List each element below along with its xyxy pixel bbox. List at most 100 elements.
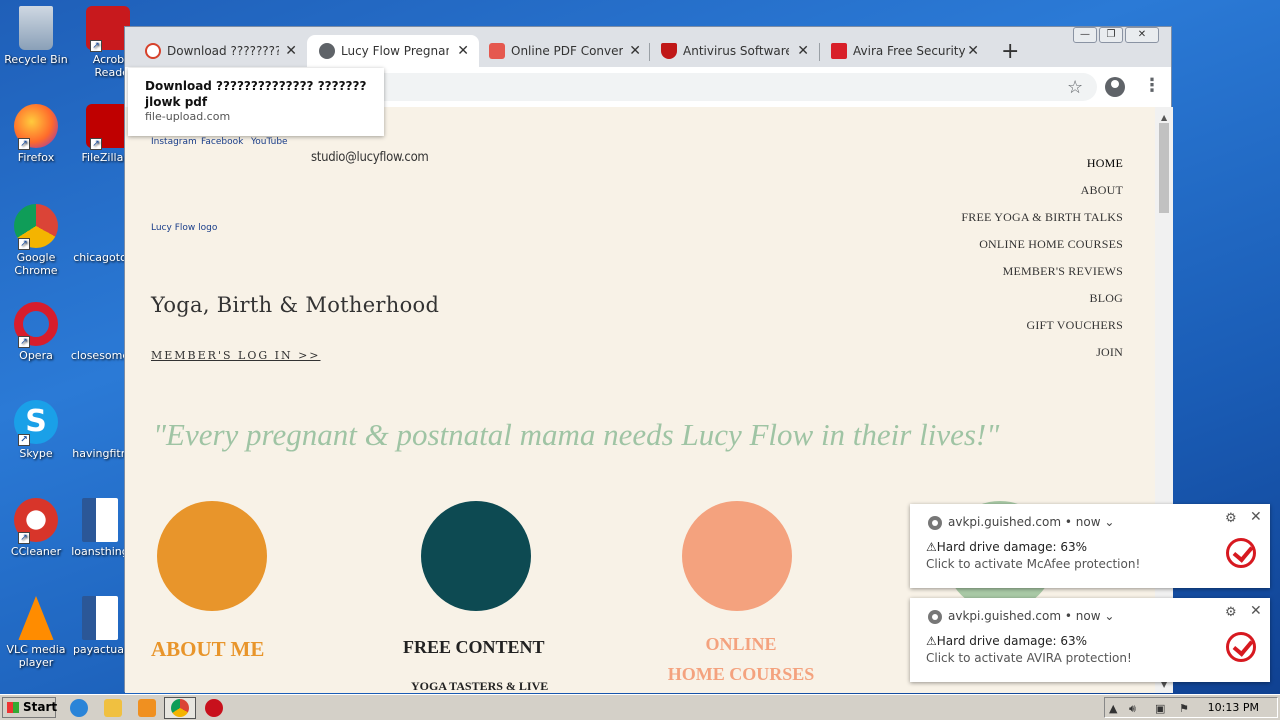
globe-icon (319, 43, 335, 59)
desktop-icon-vlc[interactable]: VLC media player (0, 596, 72, 669)
tab-pdf-converter[interactable]: Online PDF Converter ✕ (489, 35, 641, 67)
close-icon[interactable]: ✕ (1250, 509, 1262, 525)
word-document-icon (82, 596, 118, 640)
bookmark-star-icon[interactable]: ☆ (1067, 77, 1083, 98)
pdf-icon (145, 43, 161, 59)
close-icon[interactable]: ✕ (1250, 603, 1262, 619)
notification-title: ⚠Hard drive damage: 63% (926, 540, 1088, 554)
notification-time: • now ⌄ (1064, 515, 1115, 529)
chrome-icon (928, 516, 942, 530)
online-courses-title-line1: ONLINE (705, 634, 777, 654)
tab-separator (649, 43, 650, 61)
menu-kebab-icon[interactable]: ⋮ (1143, 75, 1161, 96)
nav-about[interactable]: ABOUT (961, 182, 1123, 209)
nav-gift-vouchers[interactable]: GIFT VOUCHERS (961, 317, 1123, 344)
notification-avira[interactable]: avkpi.guished.com • now ⌄ ⚙ ✕ ⚠Hard driv… (910, 598, 1270, 682)
profile-avatar-icon[interactable] (1105, 77, 1125, 97)
volume-icon[interactable]: 🔊︎ (1129, 702, 1136, 716)
window-controls: — ❐ ✕ (1073, 27, 1159, 43)
about-circle[interactable] (157, 501, 267, 611)
nav-online-courses[interactable]: ONLINE HOME COURSES (961, 236, 1123, 263)
internet-explorer-icon[interactable] (70, 699, 88, 717)
restore-button[interactable]: ❐ (1099, 27, 1123, 43)
close-tab-icon[interactable]: ✕ (285, 43, 297, 59)
desktop-icon-skype[interactable]: S ↗ Skype (0, 400, 72, 460)
clock[interactable]: 10:13 PM (1208, 701, 1259, 714)
desktop-icon-chrome[interactable]: ↗ Google Chrome (0, 204, 72, 277)
instagram-link[interactable]: Instagram (151, 137, 201, 147)
tab-download[interactable]: Download ??????????????? ✕ (145, 35, 297, 67)
start-button[interactable]: Start (2, 697, 57, 718)
desktop-icon-opera[interactable]: ↗ Opera (0, 302, 72, 362)
desktop-icon-recycle-bin[interactable]: Recycle Bin (0, 6, 72, 66)
avira-icon (831, 43, 847, 59)
nav-free-yoga[interactable]: FREE YOGA & BIRTH TALKS (961, 209, 1123, 236)
notification-source: avkpi.guished.com (948, 515, 1062, 529)
tab-antivirus[interactable]: Antivirus Software and ✕ (661, 35, 809, 67)
facebook-link[interactable]: Facebook (201, 137, 251, 147)
tab-avira[interactable]: Avira Free Security ✕ (831, 35, 979, 67)
gear-icon[interactable]: ⚙ (1225, 511, 1237, 526)
member-login-link[interactable]: MEMBER'S LOG IN >> (151, 349, 321, 362)
desktop-icon-label: Google Chrome (14, 251, 58, 277)
scroll-thumb[interactable] (1159, 123, 1169, 213)
close-tab-icon[interactable]: ✕ (797, 43, 809, 59)
desktop-icon-label: Opera (19, 349, 53, 362)
free-content-circle[interactable] (421, 501, 531, 611)
free-content-title[interactable]: FREE CONTENT (403, 637, 545, 658)
chrome-icon (928, 610, 942, 624)
tooltip-title: Download ?????????????? ??????? jlowk pd… (145, 79, 367, 109)
minimize-button[interactable]: — (1073, 27, 1097, 43)
desktop-icon-label: CCleaner (10, 545, 62, 558)
about-me-title[interactable]: ABOUT ME (151, 637, 264, 662)
desktop-icon-label: Recycle Bin (4, 53, 68, 66)
explorer-folder-icon[interactable] (104, 699, 122, 717)
free-content-subtitle: YOGA TASTERS & LIVE (411, 679, 549, 693)
nav-home[interactable]: HOME (961, 155, 1123, 182)
desktop-icon-firefox[interactable]: ↗ Firefox (0, 104, 72, 164)
notification-body: Click to activate McAfee protection! (926, 557, 1141, 571)
checkmark-badge-icon (1226, 632, 1256, 662)
taskbar: Start ▲ 🔊︎ ▣ ⚑ 10:13 PM (0, 694, 1280, 720)
media-player-icon[interactable] (138, 699, 156, 717)
blank-file-icon (78, 302, 122, 346)
firefox-icon: ↗ (14, 104, 58, 150)
close-tab-icon[interactable]: ✕ (629, 43, 641, 59)
notification-source: avkpi.guished.com (948, 609, 1062, 623)
desktop-icon-label: VLC media player (6, 643, 66, 669)
notification-header: avkpi.guished.com • now ⌄ (948, 515, 1114, 529)
scroll-up-arrow-icon[interactable]: ▲ (1161, 113, 1167, 122)
close-window-button[interactable]: ✕ (1125, 27, 1159, 43)
tray-arrow-icon[interactable]: ▲ (1109, 702, 1117, 715)
network-icon[interactable]: ▣ (1155, 702, 1165, 715)
notification-header: avkpi.guished.com • now ⌄ (948, 609, 1114, 623)
close-tab-icon[interactable]: ✕ (967, 43, 979, 59)
notification-mcafee[interactable]: avkpi.guished.com • now ⌄ ⚙ ✕ ⚠Hard driv… (910, 504, 1270, 588)
ccleaner-icon: ↗ (14, 498, 58, 544)
tooltip-url: file-upload.com (145, 110, 231, 123)
nav-blog[interactable]: BLOG (961, 290, 1123, 317)
main-nav: HOME ABOUT FREE YOGA & BIRTH TALKS ONLIN… (961, 155, 1123, 371)
action-center-flag-icon[interactable]: ⚑ (1179, 702, 1189, 715)
pdf-converter-icon (489, 43, 505, 59)
new-tab-button[interactable]: + (1001, 39, 1019, 64)
testimonial-quote: "Every pregnant & postnatal mama needs L… (153, 417, 1000, 452)
opera-icon[interactable] (205, 699, 223, 717)
social-links: Instagram Facebook YouTube (151, 137, 301, 150)
online-courses-title-line2: HOME COURSES (667, 664, 815, 684)
nav-reviews[interactable]: MEMBER'S REVIEWS (961, 263, 1123, 290)
online-courses-circle[interactable] (682, 501, 792, 611)
online-courses-title[interactable]: ONLINE HOME COURSES (661, 629, 821, 689)
youtube-link[interactable]: YouTube (251, 137, 301, 147)
tab-lucy-flow[interactable]: Lucy Flow Pregnancy Yoga ✕ (307, 35, 479, 67)
gear-icon[interactable]: ⚙ (1225, 605, 1237, 620)
site-logo[interactable]: Lucy Flow logo (151, 223, 217, 233)
opera-icon: ↗ (14, 302, 58, 348)
close-tab-icon[interactable]: ✕ (457, 43, 469, 59)
nav-join[interactable]: JOIN (961, 344, 1123, 371)
studio-email[interactable]: studio@lucyflow.com (311, 150, 429, 165)
desktop-icon-ccleaner[interactable]: ↗ CCleaner (0, 498, 72, 558)
mcafee-icon (661, 43, 677, 59)
notification-time: • now ⌄ (1064, 609, 1115, 623)
tab-hover-tooltip: Download ?????????????? ??????? jlowk pd… (128, 68, 384, 136)
